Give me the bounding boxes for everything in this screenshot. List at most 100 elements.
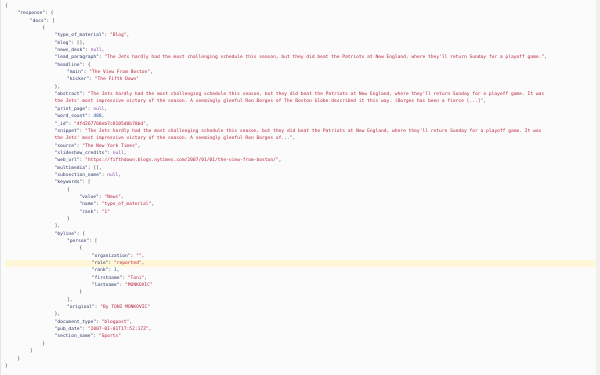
json-punct: , (129, 319, 133, 325)
json-punct: }, (54, 84, 61, 90)
code-line: } (5, 341, 600, 348)
code-line: } (5, 363, 600, 370)
code-line: "main": "The View From Boston", (5, 69, 600, 76)
json-key: "keywords" (54, 180, 83, 186)
json-key: "main" (67, 70, 84, 76)
vertical-scrollbar[interactable] (596, 0, 600, 375)
json-punct: } (17, 356, 21, 362)
json-string: "The Jets hardly had the most challengin… (104, 55, 545, 61)
code-line: "abstract": "The Jets hardly had the mos… (5, 91, 600, 98)
json-key: "rank" (79, 209, 96, 215)
json-null: null (93, 106, 105, 112)
json-key: "original" (67, 305, 95, 311)
json-punct: , (145, 121, 149, 127)
json-key: "role" (91, 261, 109, 267)
code-line: }, (5, 84, 600, 91)
code-line: "lastname": "MONKOVIC" (5, 282, 600, 289)
code-line: ], (5, 297, 600, 304)
json-string: "MONKOVIC" (125, 283, 153, 289)
json-viewer[interactable]: {"response": {"docs": [{"type_of_materia… (0, 0, 600, 375)
code-line: "response": { (5, 10, 600, 17)
json-string: "Blog" (109, 33, 127, 39)
json-string: "Toni" (127, 275, 145, 281)
code-line: "word_count": 488, (5, 113, 600, 120)
code-line: "_id": "4fd267768eb7c8105d8b78bd", (5, 121, 600, 128)
json-punct: , (123, 150, 127, 156)
json-punct: } (42, 341, 45, 347)
code-line: "section_name": "Sports" (5, 333, 600, 340)
json-key: "person" (67, 239, 90, 244)
json-string: "The Jets hardly had the most challengin… (85, 128, 542, 134)
json-key: "organization" (91, 253, 131, 259)
code-line: "original": "By TONI MONKOVIC" (5, 304, 600, 311)
json-key: "kicker" (67, 77, 90, 83)
json-punct: , (118, 172, 122, 178)
json-key: "name" (79, 202, 96, 208)
code-line: "docs": [ (5, 18, 600, 25)
json-punct: , (544, 55, 547, 61)
code-line: "name": "type_of_material", (5, 201, 600, 208)
code-line: "blog": [], (5, 40, 600, 47)
code-line: "type_of_material": "Blog", (5, 32, 600, 39)
code-line: }, (5, 311, 600, 318)
json-punct: , (483, 99, 487, 105)
json-punct: ], (67, 297, 73, 303)
json-key: "response" (17, 11, 46, 17)
json-number: 488 (93, 114, 102, 120)
code-line: "firstname": "Toni", (5, 275, 600, 282)
json-punct: , (104, 106, 108, 112)
json-punct: ], (54, 224, 61, 230)
code-line: "organization": "", (5, 253, 600, 260)
json-string: "By TONI MONKOVIC" (100, 305, 151, 311)
json-string: "1" (101, 209, 110, 215)
json-key: "type_of_material" (54, 33, 105, 39)
code-line: "rank": 1, (5, 267, 600, 274)
json-string: "type_of_material" (101, 202, 152, 208)
json-punct: : [ (82, 180, 91, 186)
json-punct: , (116, 268, 120, 274)
json-key: "document_type" (54, 319, 97, 325)
json-key: "_id" (54, 121, 69, 127)
json-punct: , (144, 275, 148, 281)
code-line: } (5, 216, 600, 223)
code-line: "byline": { (5, 231, 600, 238)
code-line: { (5, 187, 600, 194)
json-key: "section_name" (54, 334, 94, 340)
json-punct: : [], (71, 40, 86, 46)
code-line: } (5, 356, 600, 363)
json-string: the Jets' most impressive victory of the… (54, 136, 293, 142)
json-string: the Jets' most impressive victory of the… (54, 99, 484, 105)
code-line: "snippet": "The Jets hardly had the most… (5, 128, 600, 135)
json-key: "source" (54, 143, 77, 149)
code-line: "role": "reported", (5, 260, 600, 268)
code-line: the Jets' most impressive victory of the… (5, 98, 600, 105)
json-key: "subsection_name" (54, 172, 102, 178)
json-punct: , (278, 158, 282, 164)
json-punct: } (79, 290, 83, 296)
json-key: "print_page" (54, 106, 88, 112)
json-punct: , (137, 143, 141, 149)
code-line: "lead_paragraph": "The Jets hardly had t… (5, 54, 600, 61)
json-punct: , (150, 70, 153, 76)
code-line: "pub_date": "2007-01-01T17:52:17Z", (5, 326, 600, 333)
json-null: null (107, 172, 119, 178)
code-line: "headline": { (5, 62, 600, 69)
json-punct: { (5, 4, 8, 9)
json-punct: { (79, 246, 83, 252)
json-key: "docs" (29, 18, 47, 24)
json-code-area[interactable]: {"response": {"docs": [{"type_of_materia… (5, 3, 600, 370)
code-line: { (5, 25, 600, 32)
json-key: "lastname" (91, 283, 120, 289)
json-key: "firstname" (91, 275, 123, 281)
code-line: { (5, 3, 600, 10)
json-string: "https://fifthdown.blogs.nytimes.com/200… (85, 158, 279, 164)
code-line: the Jets' most impressive victory of the… (5, 135, 600, 142)
json-string: "The View From Boston" (89, 70, 151, 76)
json-key: "byline" (54, 231, 77, 237)
code-line: "slideshow_credits": null, (5, 150, 600, 157)
json-punct: , (151, 202, 155, 208)
code-line: "person": [ (5, 238, 600, 245)
code-line: "keywords": [ (5, 179, 600, 186)
json-key: "web_url" (54, 158, 80, 164)
code-line: { (5, 245, 600, 252)
